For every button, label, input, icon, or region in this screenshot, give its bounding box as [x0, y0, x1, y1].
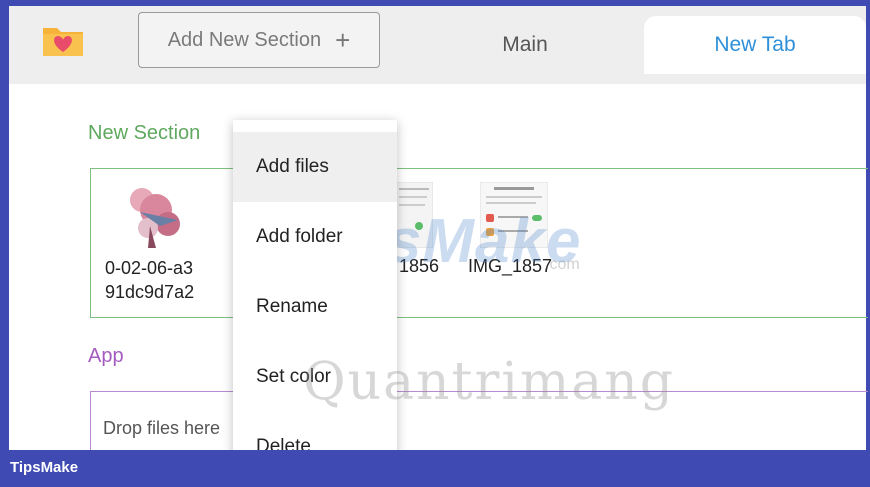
plus-icon: +	[335, 25, 351, 55]
footer-brand: TipsMake	[10, 459, 79, 476]
add-new-section-button[interactable]: Add New Section +	[138, 12, 380, 68]
file-name[interactable]: 0-02-06-a3 91dc9d7a2	[105, 256, 194, 304]
file-name-line: 0-02-06-a3	[105, 258, 194, 278]
file-thumbnail-screenshot[interactable]	[480, 182, 548, 248]
add-new-section-label: Add New Section	[167, 28, 322, 51]
section-title-new-section[interactable]: New Section	[88, 122, 200, 145]
file-thumbnail-image[interactable]	[120, 182, 190, 248]
menu-item-add-folder[interactable]: Add folder	[233, 202, 397, 272]
menu-item-add-files[interactable]: Add files	[233, 132, 397, 202]
file-name[interactable]: IMG_1857	[468, 256, 552, 277]
file-thumbnail-screenshot[interactable]	[395, 182, 433, 248]
file-name-line: 91dc9d7a2	[105, 282, 195, 302]
tab-new-tab[interactable]: New Tab	[644, 16, 866, 74]
context-menu: Add files Add folder Rename Set color De…	[233, 120, 397, 460]
file-name[interactable]: 1856	[399, 256, 439, 277]
folder-heart-icon[interactable]	[41, 22, 85, 58]
section-drop-area-new-section[interactable]	[90, 168, 868, 318]
footer-bar: TipsMake	[0, 450, 870, 487]
drop-files-hint: Drop files here	[103, 418, 221, 438]
tab-main[interactable]: Main	[400, 16, 650, 74]
section-title-app[interactable]: App	[88, 345, 124, 368]
menu-item-set-color[interactable]: Set color	[233, 342, 397, 412]
menu-item-rename[interactable]: Rename	[233, 272, 397, 342]
